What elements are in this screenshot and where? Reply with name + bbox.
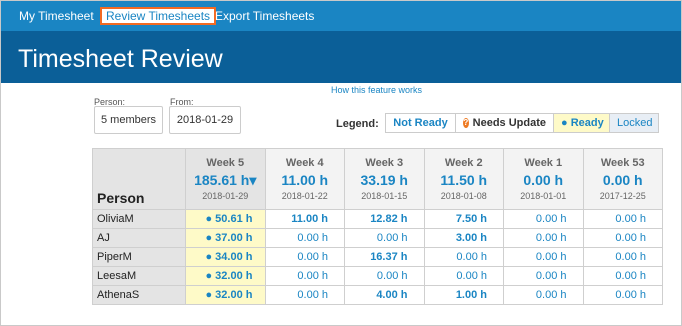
hours-cell[interactable]: 7.50 h — [423, 209, 504, 229]
person-name[interactable]: PiperM — [92, 247, 186, 267]
timesheet-table: Person Week 5 185.61 h▾ 2018-01-29 Week … — [92, 148, 663, 305]
hours-cell[interactable]: ● 34.00 h — [185, 247, 266, 267]
legend-ready: ● Ready — [554, 114, 610, 132]
hours-cell[interactable]: 0.00 h — [264, 247, 345, 267]
hours-cell[interactable]: 0.00 h — [582, 209, 663, 229]
table-row: OliviaM ● 50.61 h 11.00 h 12.82 h 7.50 h… — [92, 209, 663, 229]
hours-cell[interactable]: 12.82 h — [344, 209, 425, 229]
hours-cell[interactable]: ● 50.61 h — [185, 209, 266, 229]
week-total-hours[interactable]: 0.00 h — [584, 172, 663, 189]
week-name: Week 3 — [365, 157, 404, 169]
legend: Not Ready ? Needs Update ● Ready Locked — [385, 113, 659, 133]
week-column-header: Week 1 0.00 h 2018-01-01 — [503, 148, 584, 210]
person-column-header: Person — [92, 148, 186, 210]
page-banner: Timesheet Review — [1, 31, 681, 83]
hours-cell[interactable]: 0.00 h — [503, 247, 584, 267]
nav-export-timesheets[interactable]: Export Timesheets — [215, 1, 314, 31]
week-date: 2018-01-22 — [281, 191, 328, 201]
hours-cell[interactable]: 0.00 h — [503, 266, 584, 286]
week-date: 2018-01-08 — [440, 191, 487, 201]
app-window: My Timesheet Review Timesheets Export Ti… — [0, 0, 682, 326]
hours-cell[interactable]: 0.00 h — [423, 247, 504, 267]
hours-cell[interactable]: ● 37.00 h — [185, 228, 266, 248]
week-total-hours[interactable]: 0.00 h — [504, 172, 583, 189]
week-column-header: Week 2 11.50 h 2018-01-08 — [423, 148, 504, 210]
week-total-hours[interactable]: 11.00 h — [266, 172, 345, 189]
hours-cell[interactable]: 0.00 h — [503, 209, 584, 229]
question-icon: ? — [463, 118, 469, 128]
nav-review-timesheets[interactable]: Review Timesheets — [100, 7, 217, 25]
week-date: 2018-01-29 — [202, 191, 249, 201]
table-row: AthenaS ● 32.00 h 0.00 h 4.00 h 1.00 h 0… — [92, 285, 663, 305]
week-name: Week 1 — [524, 157, 563, 169]
person-name[interactable]: AJ — [92, 228, 186, 248]
week-name: Week 5 — [206, 157, 245, 169]
hours-cell[interactable]: 0.00 h — [264, 228, 345, 248]
hours-cell[interactable]: 3.00 h — [423, 228, 504, 248]
hours-cell[interactable]: 4.00 h — [344, 285, 425, 305]
person-name[interactable]: AthenaS — [92, 285, 186, 305]
hours-cell[interactable]: 0.00 h — [503, 285, 584, 305]
hours-cell[interactable]: 16.37 h — [344, 247, 425, 267]
table-row: LeesaM ● 32.00 h 0.00 h 0.00 h 0.00 h 0.… — [92, 266, 663, 286]
week-name: Week 53 — [600, 157, 645, 169]
week-total-hours[interactable]: 11.50 h — [425, 172, 504, 189]
hours-cell[interactable]: 0.00 h — [503, 228, 584, 248]
hours-cell[interactable]: 0.00 h — [423, 266, 504, 286]
legend-needs-update-label: Needs Update — [472, 117, 546, 129]
table-header-row: Person Week 5 185.61 h▾ 2018-01-29 Week … — [92, 148, 663, 210]
legend-label: Legend: — [336, 118, 379, 130]
help-link[interactable]: How this feature works — [331, 85, 422, 95]
hours-cell[interactable]: ● 32.00 h — [185, 285, 266, 305]
week-total-hours[interactable]: 185.61 h▾ — [186, 172, 265, 189]
week-name: Week 4 — [285, 157, 324, 169]
person-name[interactable]: OliviaM — [92, 209, 186, 229]
hours-cell[interactable]: 0.00 h — [264, 285, 345, 305]
week-total-hours[interactable]: 33.19 h — [345, 172, 424, 189]
from-date-input[interactable]: 2018-01-29 — [169, 106, 241, 134]
nav-my-timesheet[interactable]: My Timesheet — [19, 1, 94, 31]
hours-cell[interactable]: 0.00 h — [582, 247, 663, 267]
hours-cell[interactable]: 0.00 h — [264, 266, 345, 286]
legend-not-ready: Not Ready — [386, 114, 456, 132]
week-date: 2017-12-25 — [599, 191, 646, 201]
hours-cell[interactable]: 0.00 h — [344, 266, 425, 286]
hours-cell[interactable]: 11.00 h — [264, 209, 345, 229]
hours-cell[interactable]: 1.00 h — [423, 285, 504, 305]
hours-cell[interactable]: 0.00 h — [582, 266, 663, 286]
hours-cell[interactable]: 0.00 h — [344, 228, 425, 248]
week-column-header: Week 4 11.00 h 2018-01-22 — [264, 148, 345, 210]
page-title: Timesheet Review — [18, 45, 223, 73]
hours-cell[interactable]: 0.00 h — [582, 285, 663, 305]
person-selector[interactable]: 5 members — [94, 106, 163, 134]
hours-cell[interactable]: 0.00 h — [582, 228, 663, 248]
table-row: PiperM ● 34.00 h 0.00 h 16.37 h 0.00 h 0… — [92, 247, 663, 267]
week-column-header: Week 3 33.19 h 2018-01-15 — [344, 148, 425, 210]
legend-locked: Locked — [610, 114, 658, 132]
person-name[interactable]: LeesaM — [92, 266, 186, 286]
table-row: AJ ● 37.00 h 0.00 h 0.00 h 3.00 h 0.00 h… — [92, 228, 663, 248]
hours-cell[interactable]: ● 32.00 h — [185, 266, 266, 286]
week-column-header: Week 53 0.00 h 2017-12-25 — [582, 148, 663, 210]
week-date: 2018-01-15 — [361, 191, 408, 201]
week-name: Week 2 — [444, 157, 483, 169]
week-column-header: Week 5 185.61 h▾ 2018-01-29 — [185, 148, 266, 210]
week-date: 2018-01-01 — [520, 191, 567, 201]
legend-needs-update: ? Needs Update — [456, 114, 554, 132]
legend-ready-label: Ready — [570, 117, 604, 129]
top-nav: My Timesheet Review Timesheets Export Ti… — [1, 1, 681, 31]
